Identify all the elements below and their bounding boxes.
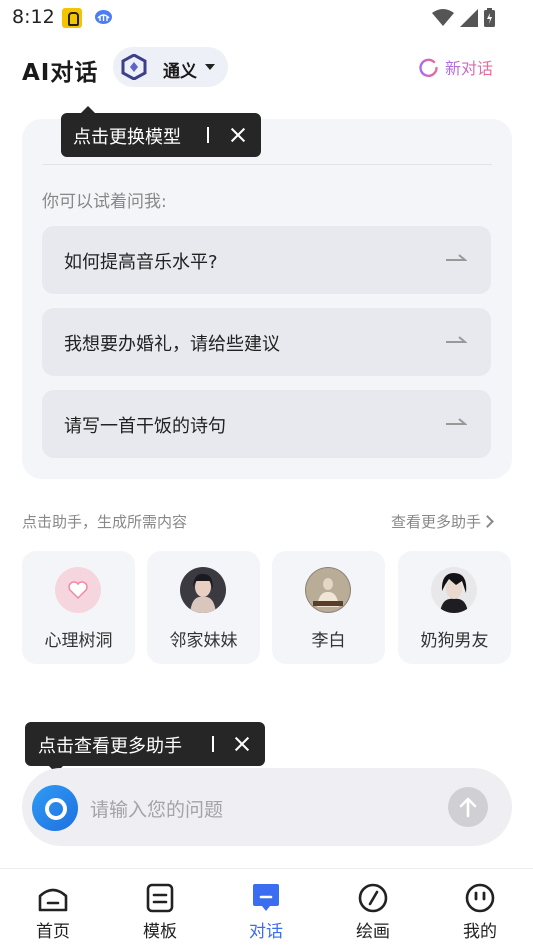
- assistant-name: 李白: [311, 631, 346, 651]
- chevron-down-icon: [205, 64, 215, 70]
- more-assistants-label: 查看更多助手: [391, 513, 482, 531]
- assistant-name: 邻家妹妹: [169, 631, 238, 651]
- tooltip-separator: [207, 127, 209, 143]
- suggestion-card: 你可以试着问我: 如何提高音乐水平? 我想要办婚礼，请给些建议 请写一首干饭的诗…: [22, 119, 512, 479]
- question-input[interactable]: 请输入您的问题: [22, 768, 512, 846]
- tooltip-text: 点击查看更多助手: [38, 736, 182, 757]
- new-chat-button[interactable]: 新对话: [418, 55, 493, 79]
- tooltip-text: 点击更换模型: [73, 127, 181, 148]
- template-icon: [146, 883, 174, 913]
- suggestion-item[interactable]: 如何提高音乐水平?: [42, 226, 491, 294]
- cloud-icon: [95, 10, 112, 24]
- arrow-right-icon: [446, 336, 467, 343]
- nav-label: 模板: [143, 922, 177, 942]
- refresh-icon: [419, 58, 438, 77]
- divider: [42, 164, 492, 165]
- assistant-card[interactable]: 奶狗男友: [398, 551, 511, 664]
- model-selector[interactable]: 通义: [113, 47, 228, 87]
- nav-label: 对话: [249, 922, 283, 942]
- chat-icon: [253, 884, 279, 911]
- bottom-nav: 首页 模板 对话 绘画 我的: [0, 868, 533, 948]
- assistant-name: 心理树洞: [44, 631, 113, 651]
- status-time: 8:12: [12, 6, 55, 28]
- model-tooltip: 点击更换模型: [61, 106, 261, 157]
- draw-icon: [358, 883, 388, 913]
- nav-item-draw[interactable]: 绘画: [333, 869, 413, 948]
- avatar: [180, 567, 226, 613]
- input-placeholder: 请输入您的问题: [90, 799, 224, 821]
- close-icon[interactable]: [232, 734, 252, 754]
- assistant-card[interactable]: 李白: [272, 551, 385, 664]
- page-title: AI对话: [22, 60, 99, 86]
- signal-icon: [460, 8, 478, 27]
- wifi-icon: [432, 8, 454, 26]
- new-chat-label: 新对话: [445, 55, 493, 79]
- more-assistants-link[interactable]: 查看更多助手: [391, 511, 494, 532]
- nav-item-template[interactable]: 模板: [120, 869, 200, 948]
- battery-icon: [484, 8, 495, 27]
- avatar: [305, 567, 351, 613]
- nav-item-chat[interactable]: 对话: [226, 869, 306, 948]
- arrow-up-icon: [459, 797, 477, 818]
- tooltip-separator: [212, 736, 214, 752]
- suggestion-text: 如何提高音乐水平?: [64, 252, 218, 273]
- assistant-tooltip: 点击查看更多助手: [25, 722, 265, 773]
- tongyi-logo-icon: [121, 54, 147, 80]
- assistant-name: 奶狗男友: [420, 631, 489, 651]
- profile-icon: [465, 883, 495, 913]
- home-icon: [38, 888, 68, 912]
- app-notification-icon: [62, 8, 82, 28]
- model-name: 通义: [163, 62, 197, 82]
- arrow-right-icon: [446, 254, 467, 261]
- assistant-card[interactable]: 邻家妹妹: [147, 551, 260, 664]
- assistants-caption: 点击助手，生成所需内容: [22, 513, 188, 531]
- avatar: [431, 567, 477, 613]
- suggestion-item[interactable]: 请写一首干饭的诗句: [42, 390, 491, 458]
- status-icons: [432, 8, 495, 27]
- nav-label: 我的: [463, 922, 497, 942]
- close-icon[interactable]: [228, 125, 248, 145]
- suggestion-text: 我想要办婚礼，请给些建议: [64, 334, 280, 355]
- nav-item-home[interactable]: 首页: [13, 869, 93, 948]
- suggestion-item[interactable]: 我想要办婚礼，请给些建议: [42, 308, 491, 376]
- arrow-right-icon: [446, 418, 467, 425]
- nav-item-profile[interactable]: 我的: [440, 869, 520, 948]
- nav-label: 绘画: [356, 922, 390, 942]
- heart-avatar-icon: [55, 567, 101, 613]
- tooltip-pointer: [81, 106, 95, 113]
- suggestion-hint: 你可以试着问我:: [42, 192, 167, 212]
- status-bar: 8:12: [0, 0, 533, 36]
- assistant-logo-icon: [32, 785, 78, 831]
- nav-label: 首页: [36, 922, 70, 942]
- chevron-right-icon: [481, 515, 494, 528]
- assistant-card[interactable]: 心理树洞: [22, 551, 135, 664]
- send-button[interactable]: [448, 787, 488, 827]
- suggestion-text: 请写一首干饭的诗句: [64, 416, 226, 437]
